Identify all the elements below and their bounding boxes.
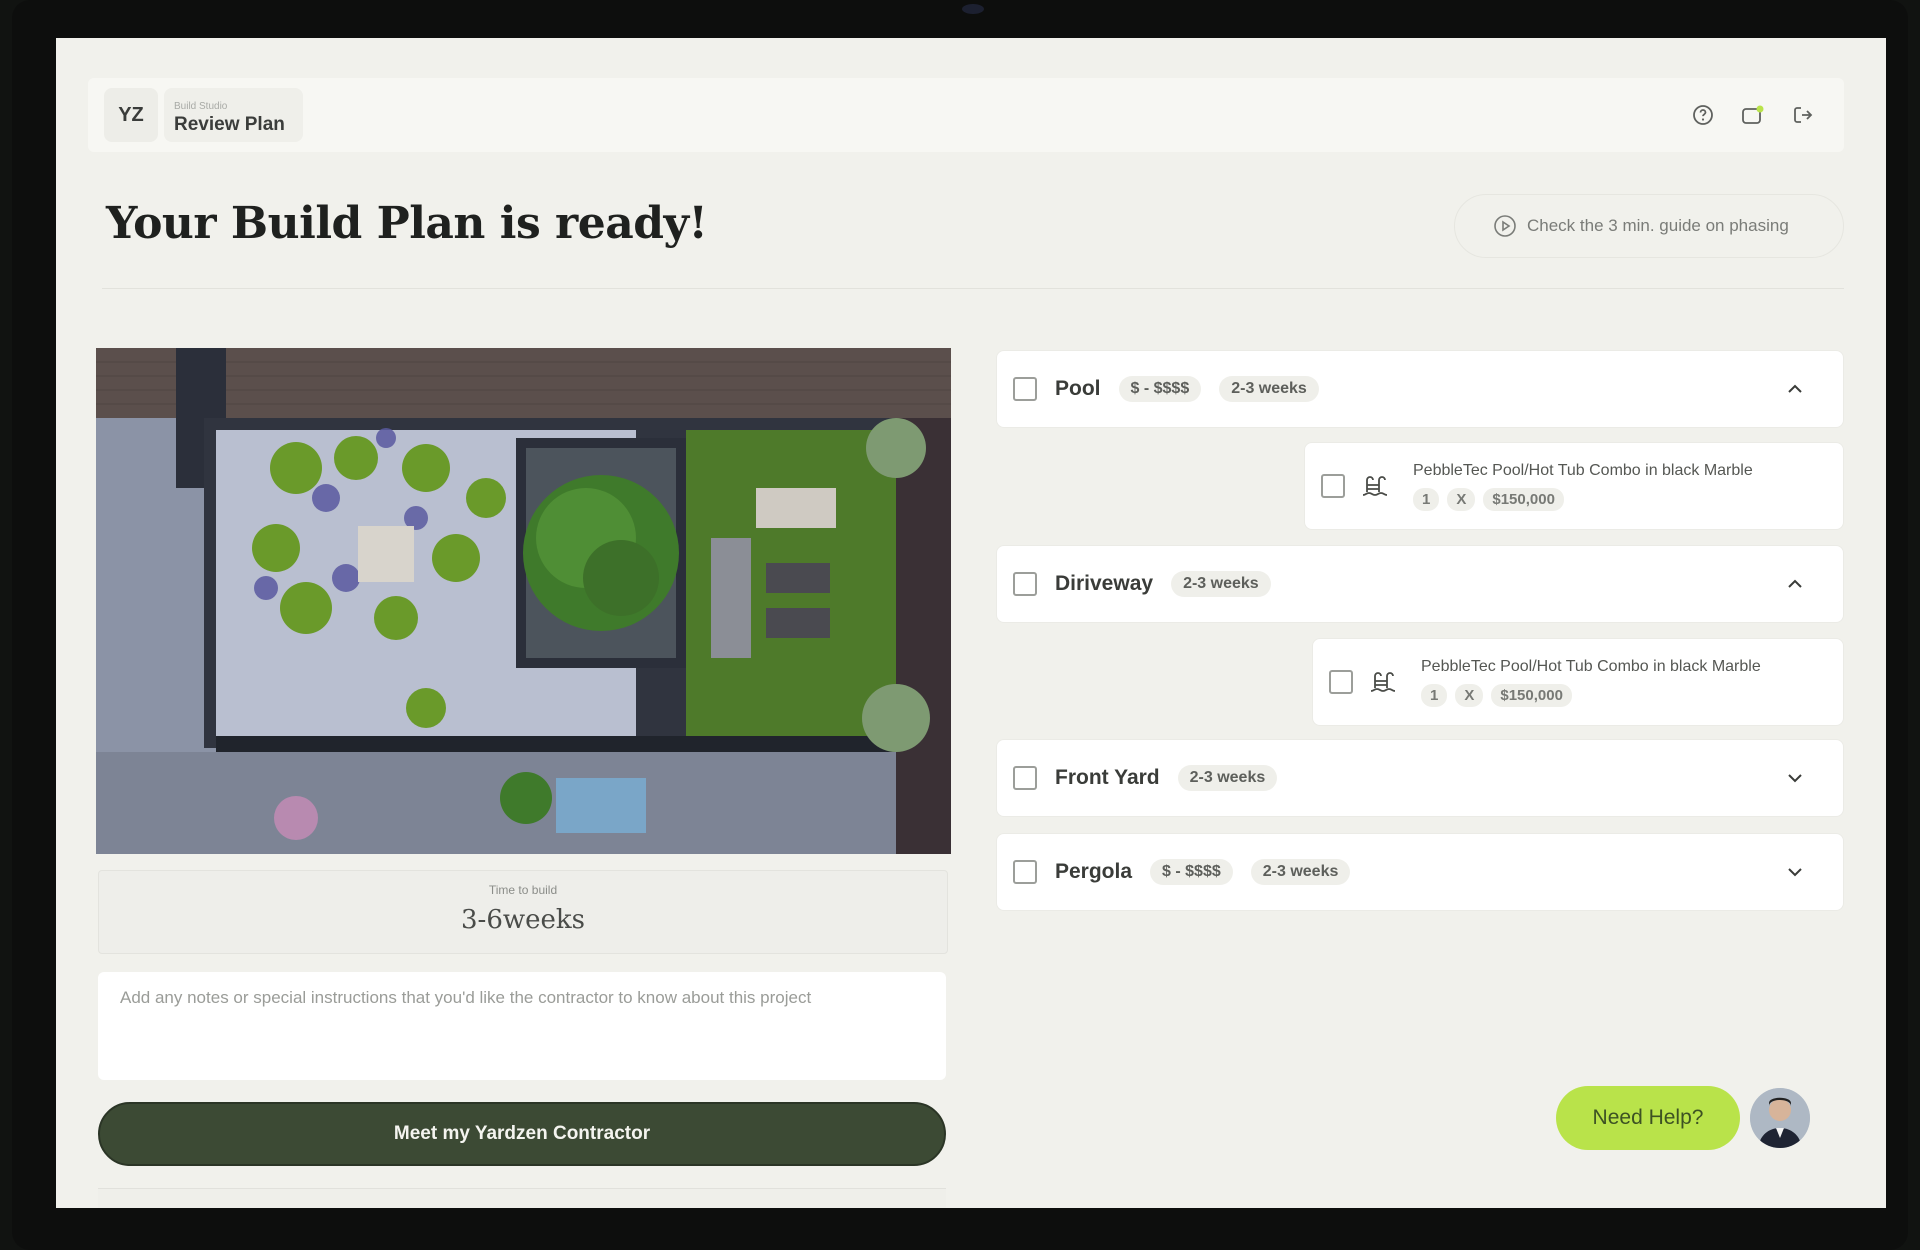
logout-icon[interactable] bbox=[1790, 102, 1816, 128]
time-to-build-label: Time to build bbox=[488, 883, 558, 897]
phase-name: Pool bbox=[1055, 377, 1101, 400]
item-details: PebbleTec Pool/Hot Tub Combo in black Ma… bbox=[1421, 658, 1761, 707]
breadcrumb-parent: Build Studio bbox=[174, 100, 228, 112]
divider bbox=[102, 288, 1844, 289]
phase-name: Diriveway bbox=[1055, 572, 1154, 595]
phase-item-driveway[interactable]: PebbleTec Pool/Hot Tub Combo in black Ma… bbox=[1312, 638, 1844, 726]
chevron-down-icon[interactable] bbox=[1785, 862, 1805, 882]
item-multiplier: X bbox=[1447, 487, 1476, 511]
phase-item-pool[interactable]: PebbleTec Pool/Hot Tub Combo in black Ma… bbox=[1304, 442, 1844, 530]
breadcrumb: Build Studio Review Plan bbox=[164, 88, 303, 142]
item-checkbox[interactable] bbox=[1329, 670, 1353, 694]
duration-badge: 2-3 weeks bbox=[1250, 859, 1351, 885]
time-to-build-value: 3-6weeks bbox=[461, 905, 585, 935]
chevron-down-icon[interactable] bbox=[1785, 768, 1805, 788]
chevron-up-icon[interactable] bbox=[1785, 574, 1805, 594]
pool-ladder-icon bbox=[1369, 670, 1403, 694]
meet-contractor-button[interactable]: Meet my Yardzen Contractor bbox=[98, 1102, 946, 1166]
user-initials[interactable]: YZ bbox=[104, 88, 158, 142]
secondary-link-area bbox=[98, 1188, 946, 1208]
pool-ladder-icon bbox=[1361, 474, 1395, 498]
guide-label: Check the 3 min. guide on phasing bbox=[1527, 216, 1789, 235]
item-price: $150,000 bbox=[1491, 683, 1572, 707]
breadcrumb-current: Review Plan bbox=[174, 113, 285, 135]
item-title: PebbleTec Pool/Hot Tub Combo in black Ma… bbox=[1421, 657, 1761, 675]
price-badge: $ - $$$$ bbox=[1150, 859, 1233, 885]
advisor-avatar[interactable] bbox=[1750, 1088, 1810, 1148]
item-quantity: 1 bbox=[1421, 683, 1448, 707]
phase-checkbox[interactable] bbox=[1013, 860, 1037, 884]
camera bbox=[962, 4, 984, 14]
yard-aerial-image bbox=[96, 348, 951, 854]
item-meta: 1 X $150,000 bbox=[1413, 487, 1753, 511]
top-bar: YZ Build Studio Review Plan bbox=[88, 78, 1844, 152]
item-meta: 1 X $150,000 bbox=[1421, 683, 1761, 707]
top-actions bbox=[1690, 102, 1816, 128]
chevron-up-icon[interactable] bbox=[1785, 379, 1805, 399]
duration-badge: 2-3 weeks bbox=[1219, 376, 1319, 402]
item-checkbox[interactable] bbox=[1321, 474, 1345, 498]
phase-card-front-yard[interactable]: Front Yard 2-3 weeks bbox=[996, 739, 1844, 817]
need-help-button[interactable]: Need Help? bbox=[1556, 1086, 1740, 1150]
help-circle-icon[interactable] bbox=[1690, 102, 1716, 128]
phase-card-pool[interactable]: Pool $ - $$$$ 2-3 weeks bbox=[996, 350, 1844, 428]
tablet-frame: YZ Build Studio Review Plan Your Build P… bbox=[12, 0, 1908, 1250]
item-title: PebbleTec Pool/Hot Tub Combo in black Ma… bbox=[1413, 461, 1753, 479]
phase-name: Front Yard bbox=[1055, 766, 1160, 789]
notes-textarea[interactable]: Add any notes or special instructions th… bbox=[98, 972, 946, 1080]
duration-badge: 2-3 weeks bbox=[1171, 571, 1271, 597]
page-title: Your Build Plan is ready! bbox=[106, 198, 708, 249]
phase-name: Pergola bbox=[1055, 860, 1133, 883]
item-multiplier: X bbox=[1455, 683, 1484, 707]
phase-card-pergola[interactable]: Pergola $ - $$$$ 2-3 weeks bbox=[996, 833, 1844, 911]
app-screen: YZ Build Studio Review Plan Your Build P… bbox=[56, 38, 1886, 1208]
guide-button[interactable]: Check the 3 min. guide on phasing bbox=[1454, 194, 1844, 258]
notification-icon[interactable] bbox=[1740, 102, 1766, 128]
duration-badge: 2-3 weeks bbox=[1177, 765, 1278, 791]
phase-checkbox[interactable] bbox=[1013, 377, 1037, 401]
item-details: PebbleTec Pool/Hot Tub Combo in black Ma… bbox=[1413, 462, 1753, 511]
phase-card-driveway[interactable]: Diriveway 2-3 weeks bbox=[996, 545, 1844, 623]
item-quantity: 1 bbox=[1413, 487, 1440, 511]
time-to-build: Time to build 3-6weeks bbox=[98, 870, 948, 954]
phase-checkbox[interactable] bbox=[1013, 766, 1037, 790]
play-circle-icon bbox=[1494, 215, 1516, 237]
price-badge: $ - $$$$ bbox=[1118, 376, 1202, 402]
item-price: $150,000 bbox=[1483, 487, 1564, 511]
phase-checkbox[interactable] bbox=[1013, 572, 1037, 596]
